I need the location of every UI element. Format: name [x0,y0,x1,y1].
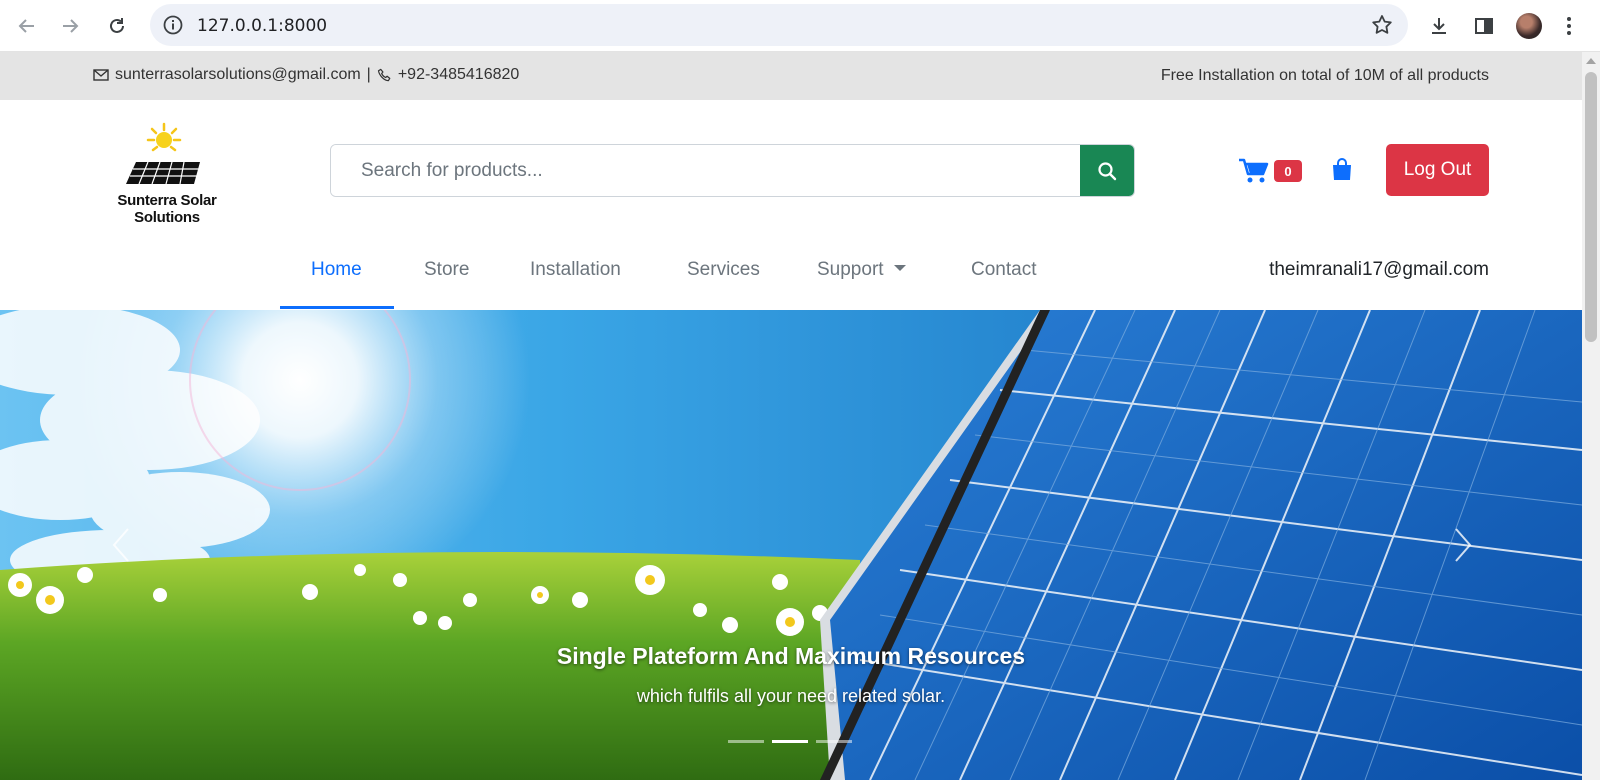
contact-separator: | [366,66,371,83]
site-header: Sunterra Solar Solutions 0 [0,100,1582,230]
nav-item-home[interactable]: Home [311,230,362,310]
shopping-bag-icon [1333,158,1351,180]
page-viewport: sunterrasolarsolutions@gmail.com | +92-3… [0,52,1600,780]
arrow-left-icon [18,19,34,33]
solar-logo-icon [126,122,200,185]
site-info-icon[interactable] [162,14,184,36]
logout-button[interactable]: Log Out [1386,144,1489,196]
reload-icon [110,18,124,33]
carousel-title: Single Plateform And Maximum Resources [556,643,1026,669]
hero-image [0,310,1582,780]
url-text: 127.0.0.1:8000 [197,16,328,36]
envelope-icon [93,69,109,81]
carousel-prev-button[interactable] [106,525,136,565]
brand-logo[interactable]: Sunterra Solar Solutions [92,122,242,226]
caret-down-icon [893,265,906,271]
carousel-next-button[interactable] [1448,525,1478,565]
nav-item-support[interactable]: Support [817,230,906,310]
brand-name: Sunterra Solar Solutions [117,192,217,226]
browser-menu-button[interactable] [1555,9,1583,43]
bookmark-star-icon[interactable] [1370,13,1394,37]
main-navigation: Home Store Installation Services Support… [0,230,1582,310]
carousel-indicator[interactable] [728,740,764,743]
active-nav-indicator [280,306,394,309]
search-input[interactable] [331,145,1080,196]
promo-text: Free Installation on total of 10M of all… [1160,67,1489,84]
side-panel-icon [1475,18,1493,34]
carousel-subtitle: which fulfils all your need related sola… [636,686,946,706]
page-scrollbar[interactable] [1582,52,1600,780]
side-panel-button[interactable] [1467,9,1501,43]
product-search [330,144,1135,197]
downloads-button[interactable] [1422,9,1456,43]
forward-button[interactable] [53,9,87,43]
back-button[interactable] [10,9,44,43]
carousel-caption: Single Plateform And Maximum Resources w… [0,643,1582,707]
search-icon [1098,161,1117,180]
contact-info: sunterrasolarsolutions@gmail.com | +92-3… [93,66,519,84]
shopping-cart-icon [1239,158,1269,183]
contact-phone: +92-3485416820 [397,66,520,83]
address-bar[interactable]: 127.0.0.1:8000 [150,4,1408,46]
profile-button[interactable] [1512,9,1546,43]
hero-carousel: Single Plateform And Maximum Resources w… [0,310,1582,780]
chevron-left-icon [112,528,129,562]
scroll-up-arrow-icon[interactable] [1586,58,1596,64]
more-vert-icon [1567,17,1571,35]
search-button[interactable] [1080,145,1134,196]
nav-item-services[interactable]: Services [687,230,760,310]
carousel-indicator[interactable] [772,740,808,743]
nav-item-contact[interactable]: Contact [971,230,1036,310]
nav-item-installation[interactable]: Installation [530,230,621,310]
chevron-right-icon [1455,528,1472,562]
orders-button[interactable] [1330,156,1354,182]
download-icon [1432,18,1446,34]
nav-item-support-label: Support [817,259,884,280]
arrow-right-icon [63,19,79,33]
nav-item-store[interactable]: Store [424,230,469,310]
cart-button[interactable]: 0 [1238,157,1304,187]
carousel-indicators [728,740,852,743]
cart-count-badge: 0 [1274,160,1302,182]
carousel-indicator[interactable] [816,740,852,743]
contact-email: sunterrasolarsolutions@gmail.com [115,66,361,83]
phone-icon [377,68,391,81]
avatar [1516,13,1542,39]
user-email: theimranali17@gmail.com [1269,259,1489,280]
reload-button[interactable] [100,9,134,43]
contact-topbar: sunterrasolarsolutions@gmail.com | +92-3… [0,52,1582,100]
browser-toolbar: 127.0.0.1:8000 [0,0,1600,52]
scrollbar-thumb[interactable] [1585,72,1597,342]
